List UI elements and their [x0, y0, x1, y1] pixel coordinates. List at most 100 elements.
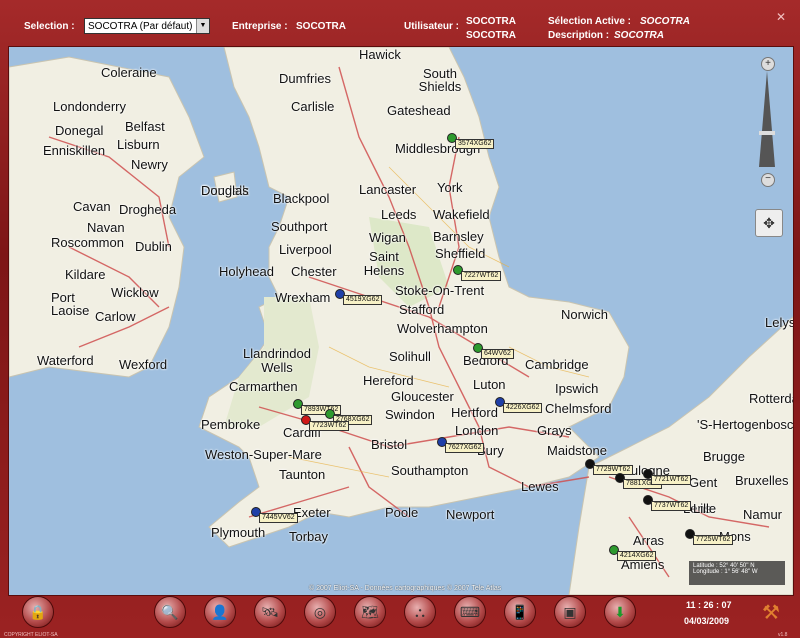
utilisateur-value-2: SOCOTRA: [466, 30, 516, 41]
city-label: Hereford: [363, 373, 414, 388]
clock-date: 04/03/2009: [684, 616, 730, 626]
city-label: South Shields: [418, 66, 462, 94]
vehicle-plate[interactable]: 7721WT62: [651, 475, 692, 485]
city-label: Pembroke: [201, 417, 261, 432]
city-label: Arras: [633, 533, 665, 548]
lock-button[interactable]: 🔒: [22, 596, 54, 628]
satellite-icon: 🛰: [261, 603, 279, 620]
map-view[interactable]: Coleraine Londonderry Donegal Belfast En…: [8, 46, 794, 596]
city-label: Rotterdam: [749, 391, 793, 406]
vehicle-plate[interactable]: 4226XG62: [503, 403, 543, 413]
map-user-button[interactable]: 🗺: [354, 596, 386, 628]
city-label: Wakefield: [433, 207, 490, 222]
search-button[interactable]: 🔍: [154, 596, 186, 628]
city-label: Southport: [271, 219, 328, 234]
city-label: Hawick: [359, 47, 401, 62]
header-bar: Selection : SOCOTRA (Par défaut) ▼ Entre…: [0, 0, 800, 46]
zoom-out-icon[interactable]: −: [761, 173, 775, 187]
city-label: Cavan: [73, 199, 111, 214]
city-label: Plymouth: [211, 525, 266, 540]
zoom-in-icon[interactable]: +: [761, 57, 775, 71]
pan-icon[interactable]: ✥: [755, 209, 783, 237]
vehicle-plate[interactable]: 7737WT62: [651, 501, 692, 511]
city-label: Taunton: [279, 467, 326, 482]
vehicle-plate[interactable]: 3574XG62: [455, 139, 495, 149]
city-label: Londonderry: [53, 99, 126, 114]
disc-button[interactable]: ◎: [304, 596, 336, 628]
city-label: Dumfries: [279, 71, 332, 86]
vehicle-plate[interactable]: 7893WT62: [301, 405, 342, 415]
city-label: Carmarthen: [229, 379, 298, 394]
city-label: Newry: [131, 157, 168, 172]
city-label: Wolverhampton: [397, 321, 488, 336]
city-label: Enniskillen: [43, 143, 106, 158]
vehicle-plate[interactable]: 7445VV62: [259, 513, 298, 523]
longitude-text: Longitude : 1° 56' 48'' W: [693, 569, 758, 575]
city-label: Maidstone: [547, 443, 607, 458]
city-label: Gloucester: [391, 389, 454, 404]
vehicle-plate[interactable]: 7723WT62: [309, 421, 350, 431]
entreprise-label: Entreprise :: [232, 21, 288, 32]
city-label: London: [455, 423, 499, 438]
city-label: Gent: [689, 475, 718, 490]
city-label: Donegal: [55, 123, 104, 138]
city-label: Luton: [473, 377, 506, 392]
city-label: Barnsley: [433, 229, 484, 244]
city-label: Carlisle: [291, 99, 335, 114]
city-label: Sheffield: [435, 246, 486, 261]
copyright-text: COPYRIGHT ELIOT-SA: [4, 632, 58, 638]
selection-label: Selection :: [24, 21, 75, 32]
city-label: Lelystad: [765, 315, 793, 330]
keyboard-button[interactable]: ⌨: [454, 596, 486, 628]
driver-button[interactable]: 👤: [204, 596, 236, 628]
vehicle-plate[interactable]: 7725WT62: [693, 535, 734, 545]
keyboard-icon: ⌨: [459, 603, 481, 620]
disc-icon: ◎: [313, 603, 327, 620]
city-label: Coleraine: [101, 65, 157, 80]
selection-dropdown[interactable]: SOCOTRA (Par défaut) ▼: [84, 18, 210, 34]
city-label: 'S-Hertogenbosch: [697, 417, 794, 432]
utilisateur-label: Utilisateur :: [404, 21, 460, 32]
lock-icon: 🔒: [29, 603, 47, 620]
city-label: Bristol: [371, 437, 408, 452]
city-label: Lancaster: [359, 182, 417, 197]
city-label: Cambridge: [525, 357, 589, 372]
selection-value: SOCOTRA (Par défaut): [88, 21, 193, 32]
city-label: Poole: [385, 505, 419, 520]
zoom-slider-track[interactable]: [759, 71, 775, 167]
phone-button[interactable]: 📱: [504, 596, 536, 628]
city-label: Waterford: [37, 353, 94, 368]
vehicle-plate[interactable]: 64WV62: [481, 349, 514, 359]
satellite-button[interactable]: 🛰: [254, 596, 286, 628]
city-label: Lewes: [521, 479, 559, 494]
vehicle-plate[interactable]: 4214XG62: [617, 551, 657, 561]
vehicle-plate[interactable]: 7227WT62: [461, 271, 502, 281]
phone-icon: 📱: [511, 603, 529, 620]
driver-icon: 👤: [211, 603, 229, 620]
pda-button[interactable]: ▣: [554, 596, 586, 628]
tripod-button[interactable]: ⛬: [404, 596, 436, 628]
city-label: Newport: [446, 507, 495, 522]
city-label: Douglas: [201, 183, 249, 198]
selection-active-label: Sélection Active :: [548, 16, 631, 27]
map-credits: © 2007 Eliot-SA - Données cartographique…: [309, 585, 502, 592]
city-label: York: [437, 180, 463, 195]
close-icon[interactable]: ✕: [776, 10, 786, 24]
city-label: Namur: [743, 507, 783, 522]
city-label: Southampton: [391, 463, 469, 478]
city-label: Carlow: [95, 309, 136, 324]
settings-tools-icon[interactable]: ⚒: [758, 600, 784, 626]
city-label: Wexford: [119, 357, 168, 372]
city-label: Roscommon: [51, 235, 124, 250]
city-label: Weston-Super-Mare: [205, 447, 322, 462]
city-label: Swindon: [385, 407, 435, 422]
city-label: Solihull: [389, 349, 431, 364]
vehicle-plate[interactable]: 4519XG62: [343, 295, 383, 305]
description-label: Description :: [548, 30, 610, 41]
city-label: Lille: [693, 501, 717, 516]
city-label: Hertford: [451, 405, 498, 420]
vehicle-plate[interactable]: 7729WT62: [593, 465, 634, 475]
download-button[interactable]: ⬇: [604, 596, 636, 628]
vehicle-plate[interactable]: 7627XG62: [445, 443, 485, 453]
chevron-down-icon[interactable]: ▼: [196, 19, 209, 33]
